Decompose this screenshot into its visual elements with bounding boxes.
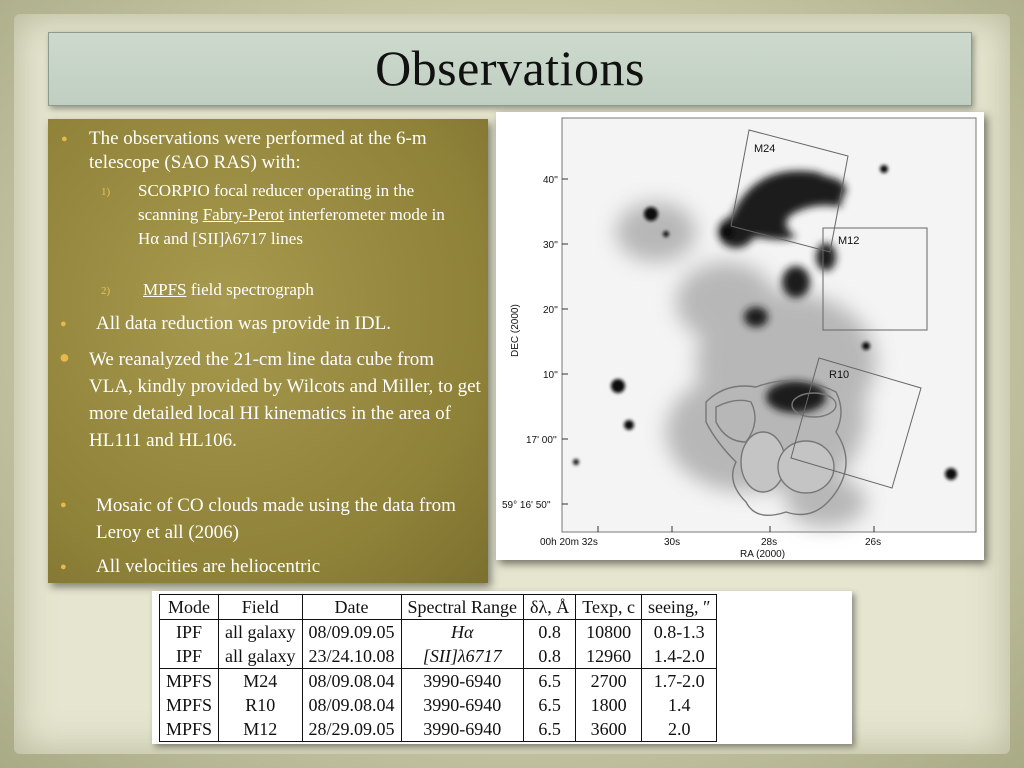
header-field: Field — [218, 594, 303, 620]
table-cell: R10 — [218, 693, 303, 717]
header-spectral-range: Spectral Range — [400, 594, 524, 620]
bullet-4-text: Mosaic of CO clouds made using the data … — [96, 495, 456, 543]
x-tick-label: 00h 20m 32s — [540, 537, 598, 548]
table-cell: all galaxy — [218, 644, 303, 669]
bullet-1: ● The observations were performed at the… — [61, 127, 479, 175]
sub-bullet-1: 1) SCORPIO focal reducer operating in th… — [101, 179, 468, 251]
table-cell: 3990-6940 — [400, 668, 524, 693]
table-cell: 12960 — [575, 644, 642, 669]
bullet-2-text: All data reduction was provide in IDL. — [96, 313, 391, 334]
sub-bullet-2-text: field spectrograph — [186, 280, 314, 299]
y-tick-label: 20'' — [543, 305, 558, 316]
header-date: Date — [301, 594, 402, 620]
table-cell: 23/24.10.08 — [301, 644, 402, 669]
bullet-dot-icon: ● — [60, 318, 67, 330]
table-cell: 6.5 — [523, 668, 576, 693]
bullet-dot-icon: ● — [59, 347, 70, 367]
bullet-3-text: We reanalyzed the 21-cm line data cube f… — [89, 349, 481, 451]
galaxy-image-panel: M24 M12 R10 40'' 30'' 20'' 10'' 17' 00''… — [496, 112, 984, 560]
bullet-5: ● All velocities are heliocentric — [60, 555, 481, 579]
mpfs-link[interactable]: MPFS — [143, 280, 186, 299]
table-row: MPFS R10 08/09.08.04 3990-6940 6.5 1800 … — [160, 693, 717, 717]
galaxy-map: M24 M12 R10 40'' 30'' 20'' 10'' 17' 00''… — [502, 117, 977, 560]
y-tick-label: 30'' — [543, 240, 558, 251]
bullet-dot-icon: ● — [61, 133, 68, 145]
observations-table-panel: Mode Field Date Spectral Range δλ, Å Tex… — [152, 591, 852, 744]
bullet-2: ● All data reduction was provide in IDL. — [60, 312, 481, 336]
table-cell: IPF — [176, 621, 203, 642]
table-cell: 3600 — [575, 717, 642, 742]
table-cell: [SII]λ6717 — [400, 644, 524, 669]
bullet-1-text: The observations were performed at the 6… — [89, 128, 427, 173]
table-cell: MPFS — [166, 694, 213, 715]
table-cell: MPFS — [166, 718, 213, 739]
y-tick-label: 10'' — [543, 370, 558, 381]
table-cell: M12 — [218, 717, 303, 742]
table-cell: all galaxy — [218, 619, 303, 644]
table-cell: IPF — [176, 645, 203, 666]
bullet-5-text: All velocities are heliocentric — [96, 556, 321, 577]
box-label-m24: M24 — [754, 143, 775, 155]
x-axis-label: RA (2000) — [740, 549, 785, 560]
x-tick-label: 26s — [865, 537, 881, 548]
table-cell: 0.8 — [523, 644, 576, 669]
text-panel: ● The observations were performed at the… — [48, 119, 488, 583]
table-cell: 3990-6940 — [400, 693, 524, 717]
y-tick-label: 59° 16' 50'' — [502, 500, 551, 511]
table-cell: 2.0 — [640, 717, 717, 742]
table-cell: M24 — [218, 668, 303, 693]
x-tick-label: 30s — [664, 537, 680, 548]
fabry-perot-link[interactable]: Fabry-Perot — [203, 205, 284, 224]
table-row: IPF all galaxy 08/09.09.05 Hα 0.8 10800 … — [160, 619, 717, 644]
header-exposure: Texp, c — [575, 594, 642, 620]
observations-table: Mode Field Date Spectral Range δλ, Å Tex… — [159, 594, 718, 742]
header-delta-lambda: δλ, Å — [523, 594, 576, 620]
table-row: IPF all galaxy 23/24.10.08 [SII]λ6717 0.… — [160, 644, 717, 669]
sub-bullet-2: 2) MPFS field spectrograph — [101, 278, 473, 302]
table-cell: MPFS — [159, 668, 219, 693]
table-header-row: Mode Field Date Spectral Range δλ, Å Tex… — [159, 594, 717, 620]
table-cell: Hα — [400, 619, 524, 644]
table-cell: 6.5 — [523, 717, 576, 742]
table-cell: 6.5 — [523, 693, 576, 717]
table-cell: 0.8 — [523, 619, 576, 644]
bullet-4: ● Mosaic of CO clouds made using the dat… — [60, 492, 481, 546]
y-tick-label: 17' 00'' — [526, 435, 557, 446]
y-tick-label: 40'' — [543, 175, 558, 186]
table-cell: 0.8-1.3 — [640, 619, 717, 644]
table-cell: 28/29.09.05 — [301, 717, 402, 742]
x-tick-label: 28s — [761, 537, 777, 548]
table-cell: 1.4-2.0 — [640, 644, 717, 669]
sub-bullet-2-number: 2) — [101, 285, 111, 297]
box-label-m12: M12 — [838, 235, 859, 247]
bullet-dot-icon: ● — [60, 499, 67, 511]
header-seeing: seeing, ″ — [640, 594, 717, 620]
table-cell: 08/09.08.04 — [301, 668, 402, 693]
bullet-dot-icon: ● — [60, 561, 67, 573]
table-cell: 08/09.08.04 — [301, 693, 402, 717]
y-axis-label: DEC (2000) — [510, 304, 521, 357]
sub-bullet-1-number: 1) — [101, 186, 111, 198]
table-cell: 3990-6940 — [400, 717, 524, 742]
table-cell: 2700 — [575, 668, 642, 693]
table-cell: 1.4 — [640, 693, 717, 717]
table-cell: 1800 — [575, 693, 642, 717]
bullet-3: ● We reanalyzed the 21-cm line data cube… — [59, 346, 481, 454]
table-cell: 10800 — [575, 619, 642, 644]
table-row: MPFS M12 28/29.09.05 3990-6940 6.5 3600 … — [160, 717, 717, 742]
table-cell: 08/09.09.05 — [301, 619, 402, 644]
header-mode: Mode — [159, 594, 219, 620]
box-label-r10: R10 — [829, 369, 849, 381]
table-row: MPFS M24 08/09.08.04 3990-6940 6.5 2700 … — [159, 668, 717, 693]
table-cell: 1.7-2.0 — [640, 668, 717, 693]
title-bar: Observations — [48, 32, 972, 106]
slide-title: Observations — [375, 40, 645, 96]
